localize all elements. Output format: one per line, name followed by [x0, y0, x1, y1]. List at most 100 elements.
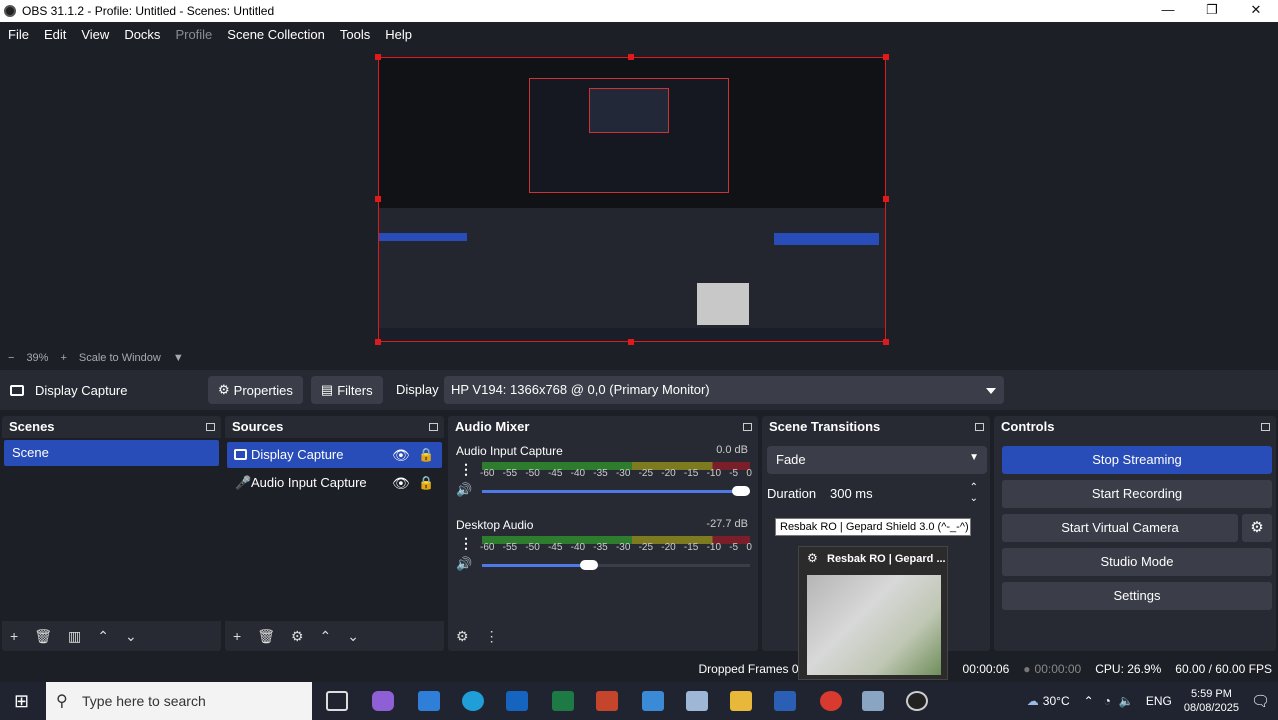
- spin-arrows-icon[interactable]: ⌃ ⌄: [970, 482, 978, 504]
- weather-temp[interactable]: 30°C: [1043, 694, 1070, 708]
- float-dock-icon[interactable]: [429, 423, 438, 431]
- menu-help[interactable]: Help: [385, 27, 412, 42]
- scene-list-item[interactable]: Scene: [4, 440, 219, 466]
- copilot-icon[interactable]: [372, 691, 394, 711]
- search-icon: ⚲: [56, 693, 68, 710]
- mixer-menu-icon[interactable]: ⋮: [485, 628, 499, 645]
- display-select-value: HP V194: 1366x768 @ 0,0 (Primary Monitor…: [451, 382, 710, 397]
- monitor-icon: [10, 384, 24, 396]
- game-client-icon[interactable]: [862, 691, 884, 711]
- volume-slider-knob[interactable]: [732, 486, 750, 496]
- transition-select[interactable]: Fade ▼: [767, 446, 987, 474]
- notification-icon[interactable]: 🗨: [1251, 692, 1270, 710]
- edge-icon[interactable]: [462, 691, 484, 711]
- weather-icon[interactable]: ☁: [1027, 694, 1039, 708]
- restore-button[interactable]: ❐: [1190, 0, 1234, 22]
- studio-mode-button[interactable]: Studio Mode: [1002, 548, 1272, 576]
- speaker-icon[interactable]: 🔊: [456, 556, 472, 572]
- taskbar-search-box[interactable]: ⚲ Type here to search: [46, 682, 312, 720]
- close-button[interactable]: ✕: [1234, 0, 1278, 22]
- menu-view[interactable]: View: [81, 27, 109, 42]
- display-select[interactable]: HP V194: 1366x768 @ 0,0 (Primary Monitor…: [444, 376, 1004, 404]
- volume-slider[interactable]: [482, 560, 750, 570]
- float-dock-icon[interactable]: [975, 423, 984, 431]
- menu-docks[interactable]: Docks: [124, 27, 160, 42]
- input-language[interactable]: ENG: [1146, 694, 1172, 708]
- scene-filters-button[interactable]: ▥: [68, 628, 81, 645]
- chevron-down-icon[interactable]: ▼: [173, 352, 184, 364]
- start-virtual-camera-button[interactable]: Start Virtual Camera: [1002, 514, 1238, 542]
- properties-button[interactable]: ⚙ Properties: [208, 376, 303, 404]
- virtual-camera-settings-button[interactable]: ⚙: [1242, 514, 1272, 542]
- tray-chevron-up-icon[interactable]: ⌃: [1084, 694, 1094, 708]
- zoom-bar: − 39% + Scale to Window ▼: [0, 350, 1278, 366]
- add-scene-button[interactable]: +: [10, 628, 18, 644]
- task-view-icon[interactable]: [326, 691, 348, 711]
- app-icon[interactable]: [686, 691, 708, 711]
- filters-button[interactable]: ▤ Filters: [310, 376, 383, 404]
- preview-display-capture[interactable]: [378, 57, 886, 342]
- source-label: Audio Input Capture: [251, 475, 367, 490]
- windows-start-icon[interactable]: ⊞: [14, 691, 29, 712]
- move-up-button[interactable]: ⌃: [97, 628, 109, 645]
- menu-scene-collection[interactable]: Scene Collection: [227, 27, 325, 42]
- outlook-icon[interactable]: [506, 691, 528, 711]
- eye-icon[interactable]: 👁: [392, 470, 410, 496]
- calculator-icon[interactable]: [642, 691, 664, 711]
- stop-streaming-button[interactable]: Stop Streaming: [1002, 446, 1272, 474]
- taskbar-clock[interactable]: 5:59 PM 08/08/2025: [1184, 687, 1239, 715]
- stream-time: 00:00:06: [962, 662, 1010, 676]
- channel-menu-icon[interactable]: ⋮: [459, 461, 473, 478]
- float-dock-icon[interactable]: [743, 423, 752, 431]
- mixer-settings-icon[interactable]: ⚙: [456, 628, 469, 645]
- zoom-out-button[interactable]: −: [8, 352, 14, 364]
- move-down-button[interactable]: ⌄: [125, 628, 137, 645]
- volume-slider-knob[interactable]: [580, 560, 598, 570]
- menu-tools[interactable]: Tools: [340, 27, 370, 42]
- eye-icon[interactable]: 👁: [392, 442, 410, 468]
- menu-file[interactable]: File: [8, 27, 29, 42]
- powerpoint-icon[interactable]: [596, 691, 618, 711]
- taskbar-thumbnail-preview[interactable]: ⚙ Resbak RO | Gepard ...: [798, 546, 948, 680]
- audio-mixer-title: Audio Mixer: [448, 416, 758, 438]
- add-source-button[interactable]: +: [233, 628, 241, 644]
- excel-icon[interactable]: [552, 691, 574, 711]
- preview-canvas[interactable]: [0, 46, 1278, 350]
- start-recording-button[interactable]: Start Recording: [1002, 480, 1272, 508]
- record-indicator-icon: ●: [1023, 662, 1031, 676]
- chevron-down-icon: [986, 388, 996, 394]
- lock-icon[interactable]: 🔒: [418, 470, 434, 496]
- remove-scene-button[interactable]: 🗑: [34, 628, 52, 645]
- channel-menu-icon[interactable]: ⋮: [459, 535, 473, 552]
- source-item-display-capture[interactable]: Display Capture 👁 🔒: [227, 442, 442, 468]
- lock-icon[interactable]: 🔒: [418, 442, 434, 468]
- source-properties-button[interactable]: ⚙: [291, 628, 304, 645]
- scale-mode-dropdown[interactable]: Scale to Window: [79, 352, 161, 364]
- source-item-audio-input[interactable]: 🎤 Audio Input Capture 👁 🔒: [227, 470, 442, 496]
- status-bar: Dropped Frames 0 00:00:06 ● 00:00:00 CPU…: [0, 657, 1278, 681]
- menu-edit[interactable]: Edit: [44, 27, 66, 42]
- float-dock-icon[interactable]: [1261, 423, 1270, 431]
- store-icon[interactable]: [418, 691, 440, 711]
- remove-source-button[interactable]: 🗑: [257, 628, 275, 645]
- volume-slider[interactable]: [482, 486, 750, 496]
- minimize-button[interactable]: —: [1146, 0, 1190, 22]
- obs-taskbar-icon[interactable]: [906, 691, 928, 711]
- transitions-title: Scene Transitions: [769, 419, 881, 434]
- settings-button[interactable]: Settings: [1002, 582, 1272, 610]
- file-explorer-icon[interactable]: [730, 691, 752, 711]
- duration-label: Duration: [767, 486, 817, 501]
- speaker-icon[interactable]: 🔊: [456, 482, 472, 498]
- network-icon[interactable]: ◔: [1104, 694, 1111, 708]
- float-dock-icon[interactable]: [206, 423, 215, 431]
- meter-ticks: -60 -55 -50 -45 -40 -35 -30 -25 -20 -15 -10 -5 0: [480, 468, 752, 479]
- duration-input[interactable]: 300 ms ⌃ ⌄: [824, 480, 984, 506]
- zoom-in-button[interactable]: +: [60, 352, 66, 364]
- move-up-button[interactable]: ⌃: [320, 628, 332, 645]
- channel-db: -27.7 dB: [706, 518, 748, 530]
- word-icon[interactable]: [774, 691, 796, 711]
- chrome-icon[interactable]: [820, 691, 842, 711]
- move-down-button[interactable]: ⌄: [347, 628, 359, 645]
- speaker-icon[interactable]: 🔈: [1119, 694, 1134, 708]
- windows-taskbar: ⊞ ⚲ Type here to search ☁ 30°C ⌃ ◔ 🔈 ENG…: [0, 682, 1278, 720]
